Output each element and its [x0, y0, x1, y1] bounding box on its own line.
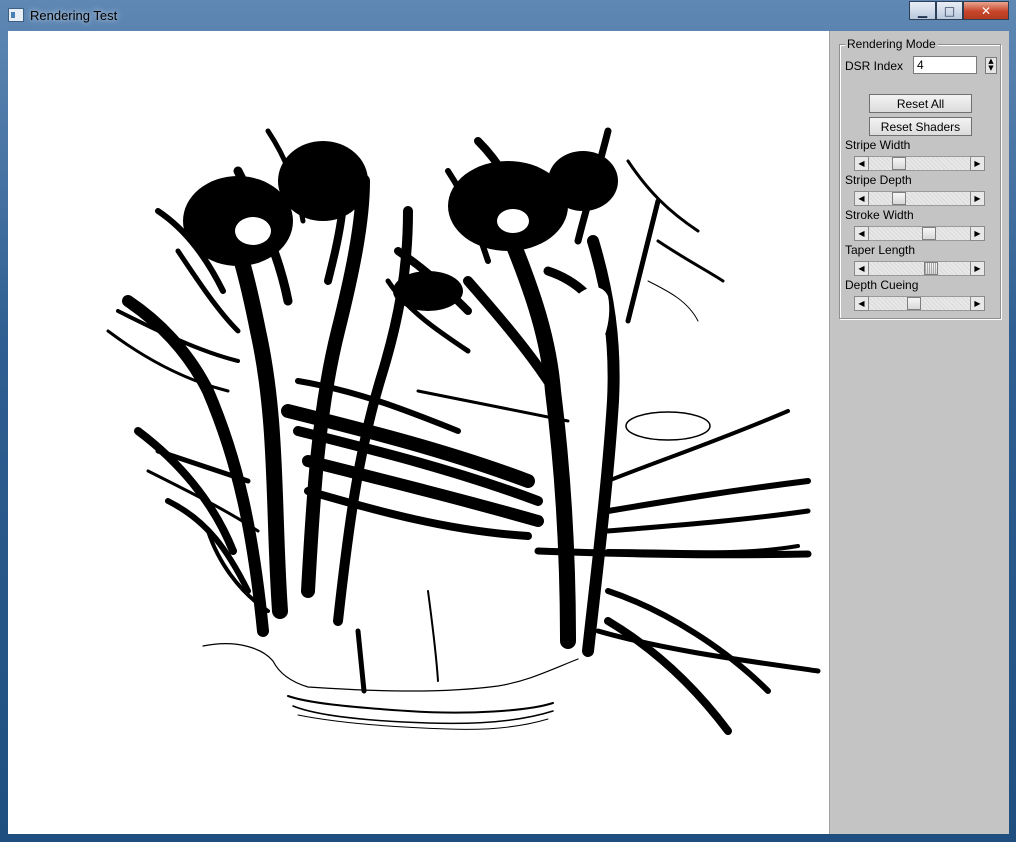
taper-length-slider[interactable]: ◀ ▶ — [854, 261, 985, 276]
depth-cueing-slider[interactable]: ◀ ▶ — [854, 296, 985, 311]
slider-right-arrow-icon[interactable]: ▶ — [970, 156, 985, 171]
app-icon[interactable] — [8, 8, 24, 22]
stripe-width-slider[interactable]: ◀ ▶ — [854, 156, 985, 171]
control-panel: Rendering Mode DSR Index 4 ▲ ▼ Reset All… — [829, 31, 1009, 834]
stroke-width-label: Stroke Width — [845, 208, 914, 222]
slider-thumb[interactable] — [892, 157, 906, 170]
group-title: Rendering Mode — [845, 37, 938, 51]
slider-left-arrow-icon[interactable]: ◀ — [854, 261, 869, 276]
maximize-button[interactable]: □ — [936, 1, 963, 20]
slider-left-arrow-icon[interactable]: ◀ — [854, 156, 869, 171]
window-title: Rendering Test — [30, 8, 118, 23]
stripe-depth-slider[interactable]: ◀ ▶ — [854, 191, 985, 206]
spin-down-icon[interactable]: ▼ — [986, 65, 996, 72]
dsr-index-label: DSR Index — [845, 59, 904, 73]
slider-thumb[interactable] — [922, 227, 936, 240]
depth-cueing-label: Depth Cueing — [845, 278, 919, 292]
minimize-button[interactable]: ▁ — [909, 1, 936, 20]
slider-right-arrow-icon[interactable]: ▶ — [970, 296, 985, 311]
rendering-mode-group: Rendering Mode DSR Index 4 ▲ ▼ Reset All… — [839, 37, 1001, 319]
render-viewport[interactable] — [8, 31, 828, 834]
slider-left-arrow-icon[interactable]: ◀ — [854, 191, 869, 206]
title-bar[interactable]: Rendering Test ▁ □ ✕ — [0, 0, 1016, 31]
reset-shaders-button[interactable]: Reset Shaders — [869, 117, 972, 136]
reset-all-button[interactable]: Reset All — [869, 94, 972, 113]
stripe-depth-label: Stripe Depth — [845, 173, 912, 187]
fiber-rendering — [106, 127, 821, 735]
stripe-width-label: Stripe Width — [845, 138, 911, 152]
slider-thumb[interactable] — [924, 262, 938, 275]
slider-right-arrow-icon[interactable]: ▶ — [970, 226, 985, 241]
close-button[interactable]: ✕ — [963, 1, 1009, 20]
dsr-index-spinner[interactable]: ▲ ▼ — [985, 57, 997, 74]
dsr-index-input[interactable]: 4 — [913, 56, 977, 74]
slider-thumb[interactable] — [907, 297, 921, 310]
taper-length-label: Taper Length — [845, 243, 916, 257]
application-window: Rendering Test ▁ □ ✕ Rendering Mode DSR … — [0, 0, 1016, 842]
slider-right-arrow-icon[interactable]: ▶ — [970, 191, 985, 206]
slider-left-arrow-icon[interactable]: ◀ — [854, 296, 869, 311]
stroke-width-slider[interactable]: ◀ ▶ — [854, 226, 985, 241]
caption-buttons: ▁ □ ✕ — [909, 1, 1009, 21]
slider-thumb[interactable] — [892, 192, 906, 205]
client-area: Rendering Mode DSR Index 4 ▲ ▼ Reset All… — [8, 31, 1009, 834]
slider-left-arrow-icon[interactable]: ◀ — [854, 226, 869, 241]
slider-right-arrow-icon[interactable]: ▶ — [970, 261, 985, 276]
